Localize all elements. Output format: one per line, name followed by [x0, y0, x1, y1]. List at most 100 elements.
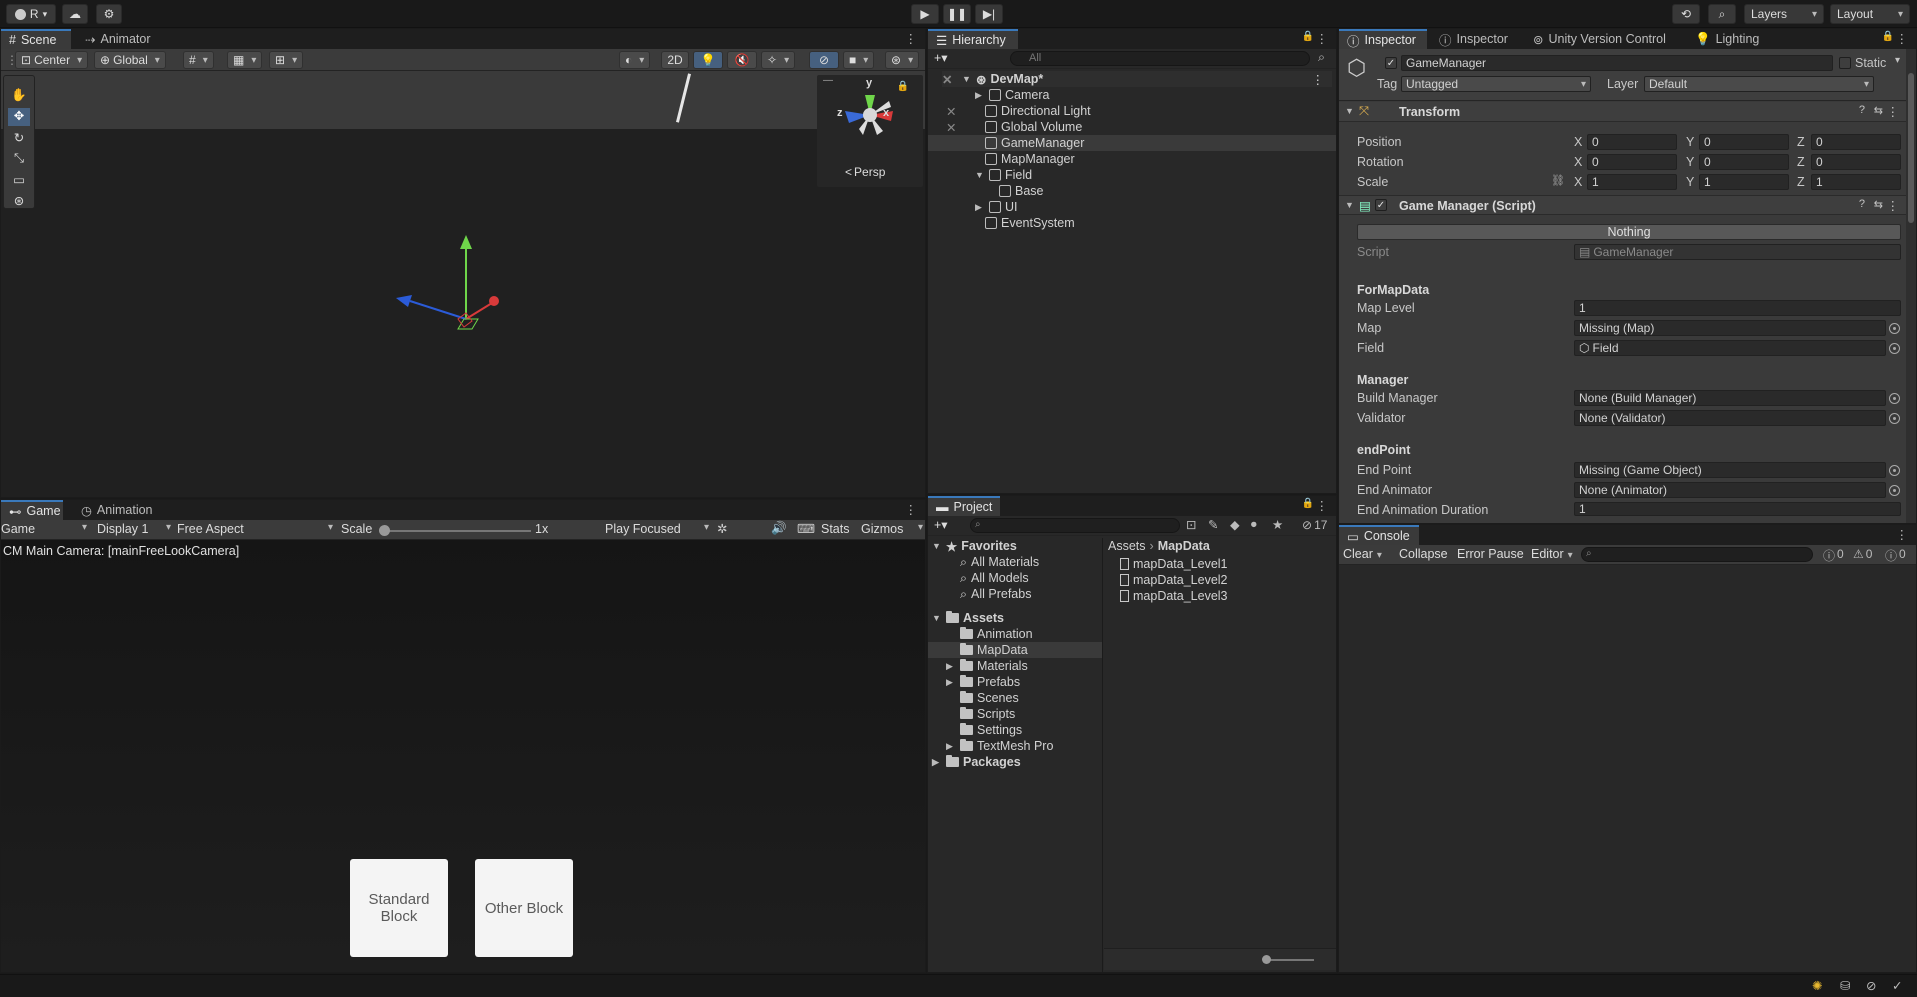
search-by-type-icon[interactable]: ⊡	[1186, 517, 1196, 532]
tab-hierarchy[interactable]: ☰ Hierarchy	[928, 29, 1018, 49]
expand-icon[interactable]: ▼	[1345, 106, 1355, 116]
scene-visibility-icon[interactable]: ✕	[942, 72, 958, 87]
network-icon[interactable]: ⊘	[1866, 978, 1876, 993]
constrain-link-icon[interactable]: ⛓	[1551, 174, 1565, 187]
tab-project[interactable]: ▬ Project	[928, 496, 1000, 516]
expand-icon[interactable]: ▶	[975, 90, 985, 101]
audio-toggle-icon[interactable]: 🔇	[727, 51, 757, 69]
grid-snap-dropdown[interactable]: #	[183, 51, 214, 69]
position-z-field[interactable]: 0	[1811, 134, 1901, 150]
component-menu-icon[interactable]: ⋮	[1887, 104, 1900, 119]
icon-size-thumb[interactable]	[1262, 955, 1271, 964]
scale-tool-icon[interactable]: ⤡	[8, 151, 30, 169]
scene-viewport[interactable]: ✋ ✥ ↻ ⤡ ▭ ⊛ — 🔒 y z x < Persp	[1, 71, 925, 497]
nothing-dropdown[interactable]: Nothing	[1357, 224, 1901, 240]
lighting-toggle-icon[interactable]: 💡	[693, 51, 723, 69]
scale-x-field[interactable]: 1	[1587, 174, 1677, 190]
hierarchy-item-directional-light[interactable]: Directional Light	[985, 103, 1091, 119]
display-dropdown[interactable]: Display 1	[97, 522, 171, 536]
tab-inspector-2[interactable]: ⓘ Inspector	[1431, 29, 1516, 49]
tag-dropdown[interactable]: Untagged	[1401, 76, 1591, 92]
scale-z-field[interactable]: 1	[1811, 174, 1901, 190]
rotation-z-field[interactable]: 0	[1811, 154, 1901, 170]
collapse-button[interactable]: Collapse	[1399, 547, 1448, 561]
favorite-all-models[interactable]: ⌕ All Models	[960, 570, 1029, 586]
scale-y-field[interactable]: 1	[1699, 174, 1789, 190]
build-manager-field[interactable]: None (Build Manager)	[1574, 390, 1886, 406]
object-picker-icon[interactable]	[1889, 343, 1900, 354]
folder-animation[interactable]: Animation	[960, 626, 1033, 642]
scrollbar-thumb[interactable]	[1908, 73, 1914, 223]
favorite-all-prefabs[interactable]: ⌕ All Prefabs	[960, 586, 1031, 602]
hand-tool-icon[interactable]: ✋	[8, 88, 30, 106]
folder-scenes[interactable]: Scenes	[960, 690, 1019, 706]
keyboard-icon[interactable]: ⌨	[797, 521, 815, 536]
rotation-x-field[interactable]: 0	[1587, 154, 1677, 170]
panel-menu-icon[interactable]: ⋮	[905, 31, 918, 46]
scale-slider[interactable]	[379, 525, 531, 536]
other-block-button[interactable]: Other Block	[475, 859, 573, 957]
tab-animation[interactable]: ◷ Animation	[73, 500, 161, 520]
hierarchy-search-input[interactable]: All	[1010, 51, 1310, 66]
inspector-lock-icon[interactable]: 🔒	[1882, 31, 1894, 42]
assets-header[interactable]: ▼ Assets	[932, 610, 1004, 626]
tab-lighting[interactable]: 💡 Lighting	[1687, 29, 1767, 49]
layer-dropdown[interactable]: Default	[1644, 76, 1874, 92]
hierarchy-add-button[interactable]: +▾	[934, 50, 948, 65]
rotate-tool-icon[interactable]: ↻	[8, 130, 30, 148]
expand-icon[interactable]: ▶	[975, 202, 985, 213]
game-viewport[interactable]: CM Main Camera: [mainFreeLookCamera] Sta…	[1, 540, 925, 972]
folder-prefabs[interactable]: ▶ Prefabs	[946, 674, 1020, 690]
hierarchy-item-base[interactable]: Base	[999, 183, 1044, 199]
project-add-button[interactable]: +▾	[934, 517, 948, 532]
tab-version-control[interactable]: ⊚ Unity Version Control	[1525, 29, 1674, 49]
component-menu-icon[interactable]: ⋮	[1887, 198, 1900, 213]
expand-icon[interactable]: ▼	[932, 541, 942, 551]
tab-inspector-1[interactable]: ⓘ Inspector	[1339, 29, 1427, 49]
search-icon[interactable]: ⌕	[1708, 4, 1736, 24]
preset-icon[interactable]: ⇆	[1874, 198, 1883, 211]
hidden-packages-toggle[interactable]: ⊘ 17	[1302, 518, 1327, 532]
breadcrumb-mapdata[interactable]: MapData	[1158, 539, 1210, 553]
folder-scripts[interactable]: Scripts	[960, 706, 1015, 722]
scene-root-item[interactable]: ✕ ▼ ⊛ DevMap* ⋮	[942, 71, 1332, 87]
warning-count-toggle[interactable]: ⚠ 0	[1853, 547, 1872, 561]
space-dropdown[interactable]: ⊕ Global	[94, 51, 166, 69]
favorite-all-materials[interactable]: ⌕ All Materials	[960, 554, 1039, 570]
camera-dropdown[interactable]: ■	[843, 51, 875, 69]
pivot-dropdown[interactable]: ⊡ Center	[15, 51, 89, 69]
static-checkbox[interactable]	[1839, 57, 1851, 69]
expand-icon[interactable]: ▼	[975, 170, 985, 180]
game-mode-dropdown[interactable]: Game	[1, 522, 87, 536]
hierarchy-item-ui[interactable]: ▶ UI	[975, 199, 1018, 215]
2d-toggle[interactable]: 2D	[661, 51, 689, 69]
error-pause-button[interactable]: Error Pause	[1457, 547, 1524, 561]
object-picker-icon[interactable]	[1889, 465, 1900, 476]
packages-header[interactable]: ▶ Packages	[932, 754, 1021, 770]
favorite-star-icon[interactable]: ★	[1272, 517, 1283, 532]
project-menu-icon[interactable]: ⋮	[1316, 498, 1329, 513]
component-enabled-checkbox[interactable]: ✓	[1375, 199, 1387, 211]
file-item[interactable]: mapData_Level2	[1120, 572, 1228, 588]
position-y-field[interactable]: 0	[1699, 134, 1789, 150]
end-animation-duration-field[interactable]: 1	[1574, 502, 1901, 516]
inspector-scrollbar[interactable]	[1906, 49, 1916, 523]
scene-line-object[interactable]	[675, 73, 692, 123]
hierarchy-item-gamemanager[interactable]: GameManager	[928, 135, 1336, 151]
expand-icon[interactable]: ▼	[1345, 200, 1355, 210]
project-search-input[interactable]: ⌕	[970, 518, 1180, 533]
rect-tool-icon[interactable]: ▭	[8, 172, 30, 190]
effects-dropdown[interactable]: ✧	[761, 51, 796, 69]
hierarchy-lock-icon[interactable]: 🔒	[1302, 31, 1314, 42]
tab-animator[interactable]: ⇢ Animator	[77, 29, 159, 49]
folder-mapdata[interactable]: MapData	[928, 642, 1102, 658]
game-menu-icon[interactable]: ⋮	[905, 502, 918, 517]
visibility-toggle-icon[interactable]: ⊘	[809, 51, 839, 69]
tab-game[interactable]: ⊷ Game	[1, 500, 63, 520]
move-tool-icon[interactable]: ✥	[8, 108, 30, 126]
console-search-input[interactable]: ⌕	[1581, 547, 1813, 562]
visibility-off-icon[interactable]: ✕	[946, 119, 956, 135]
persp-toggle[interactable]: < Persp	[845, 165, 885, 179]
gizmos-game-dropdown[interactable]: Gizmos	[861, 522, 923, 536]
validator-field[interactable]: None (Validator)	[1574, 410, 1886, 426]
